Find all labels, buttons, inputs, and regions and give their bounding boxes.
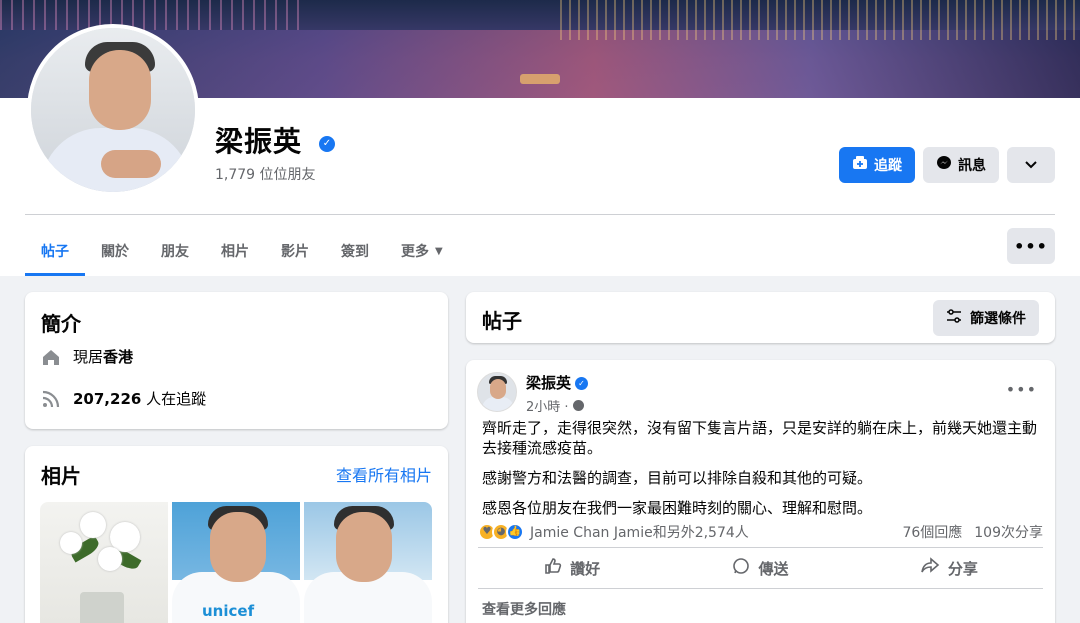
unicef-logo-text: unicef — [202, 602, 255, 620]
post-options-button[interactable]: ••• — [1006, 380, 1037, 399]
post-paragraph: 感謝警方和法醫的調查，目前可以排除自殺和其他的可疑。 — [482, 469, 873, 487]
like-reaction-icon: 👍 — [506, 523, 524, 541]
filter-sliders-icon — [946, 309, 962, 327]
shares-count[interactable]: 109次分享 — [974, 522, 1043, 542]
engagement-counts: 76個回應 109次分享 — [902, 522, 1043, 542]
intro-followers: 207,226 人在追蹤 — [41, 388, 206, 409]
filter-button[interactable]: 篩選條件 — [933, 300, 1039, 336]
intro-lives-place[interactable]: 香港 — [103, 348, 133, 366]
tab-videos[interactable]: 影片 — [265, 226, 325, 276]
posts-header-card: 帖子 篩選條件 — [466, 292, 1055, 343]
see-all-photos-link[interactable]: 查看所有相片 — [336, 462, 432, 486]
profile-avatar[interactable] — [27, 24, 199, 196]
post-body: 齊昕走了，走得很突然，沒有留下隻言片語，只是安詳的躺在床上，前幾天她還主動去接種… — [482, 418, 1042, 528]
chevron-down-icon — [1025, 157, 1037, 173]
follow-label: 追蹤 — [874, 158, 902, 174]
rss-icon — [41, 389, 61, 409]
share-arrow-icon — [920, 557, 940, 579]
photos-card: 相片 查看所有相片 unicef — [25, 446, 448, 623]
like-button[interactable]: 讚好 — [478, 549, 666, 587]
photos-title: 相片 — [41, 464, 81, 488]
actions-divider-top — [478, 547, 1043, 548]
globe-icon — [572, 400, 584, 411]
messenger-icon — [936, 155, 952, 175]
filter-label: 篩選條件 — [970, 311, 1026, 327]
comments-count[interactable]: 76個回應 — [902, 522, 962, 542]
profile-more-button[interactable] — [1007, 147, 1055, 183]
caret-down-icon: ▼ — [435, 245, 443, 257]
verified-badge-icon: ✓ — [575, 377, 588, 390]
message-label: 訊息 — [958, 158, 986, 174]
followers-count[interactable]: 207,226 — [73, 390, 141, 408]
post-card: 梁振英 ✓ 2小時 · ••• 齊昕走了，走得很突然，沒有留下隻言片語，只是安詳… — [466, 360, 1055, 623]
cover-city-lights — [560, 0, 1080, 40]
cover-city-lights-left — [0, 0, 300, 30]
tab-checkins[interactable]: 簽到 — [325, 226, 385, 276]
follow-button[interactable]: 追蹤 — [839, 147, 915, 183]
tab-about[interactable]: 關於 — [85, 226, 145, 276]
cover-boat — [520, 74, 560, 84]
post-author-avatar[interactable] — [477, 372, 517, 412]
actions-divider-bottom — [478, 588, 1043, 589]
header-divider — [25, 214, 1055, 215]
intro-card: 簡介 現居香港 207,226 人在追蹤 — [25, 292, 448, 429]
post-author-name[interactable]: 梁振英 — [526, 372, 571, 393]
ellipsis-icon: ••• — [1014, 236, 1048, 256]
view-more-comments-link[interactable]: 查看更多回應 — [482, 599, 566, 619]
home-icon — [41, 347, 61, 367]
more-options-button[interactable]: ••• — [1007, 228, 1055, 264]
follow-icon — [852, 155, 868, 175]
photo-thumbnail-flowers[interactable] — [40, 502, 168, 623]
message-button[interactable]: 訊息 — [923, 147, 999, 183]
ellipsis-icon: ••• — [1005, 380, 1037, 399]
reactions-summary[interactable]: ♥ ◕ 👍 Jamie Chan Jamie和另外2,574人 — [478, 522, 749, 542]
whatsapp-icon — [732, 557, 750, 579]
thumbs-up-icon — [544, 557, 562, 579]
post-paragraph: 齊昕走了，走得很突然，沒有留下隻言片語，只是安詳的躺在床上，前幾天她還主動去接種… — [482, 419, 1038, 457]
profile-name: 梁振英 — [215, 125, 303, 158]
tab-posts[interactable]: 帖子 — [25, 226, 85, 276]
tab-more[interactable]: 更多 ▼ — [385, 226, 459, 276]
tab-friends[interactable]: 朋友 — [145, 226, 205, 276]
photo-thumbnail-unicef-2[interactable] — [304, 502, 432, 623]
send-button[interactable]: 傳送 — [666, 549, 854, 587]
intro-title: 簡介 — [41, 312, 81, 336]
reactions-text: Jamie Chan Jamie和另外2,574人 — [530, 525, 749, 541]
friend-count[interactable]: 1,779 位位朋友 — [215, 164, 316, 184]
post-actions: 讚好 傳送 分享 — [478, 549, 1043, 587]
profile-tabs: 帖子 關於 朋友 相片 影片 簽到 更多 ▼ — [25, 226, 459, 276]
share-button[interactable]: 分享 — [855, 549, 1043, 587]
photo-thumbnail-unicef-1[interactable]: unicef — [172, 502, 300, 623]
post-timestamp[interactable]: 2小時 · — [526, 396, 584, 415]
verified-badge-icon: ✓ — [319, 136, 335, 152]
posts-title: 帖子 — [482, 309, 522, 333]
intro-lives-in: 現居香港 — [41, 346, 133, 367]
post-paragraph: 感恩各位朋友在我們一家最困難時刻的關心、理解和慰問。 — [482, 499, 873, 517]
tab-photos[interactable]: 相片 — [205, 226, 265, 276]
